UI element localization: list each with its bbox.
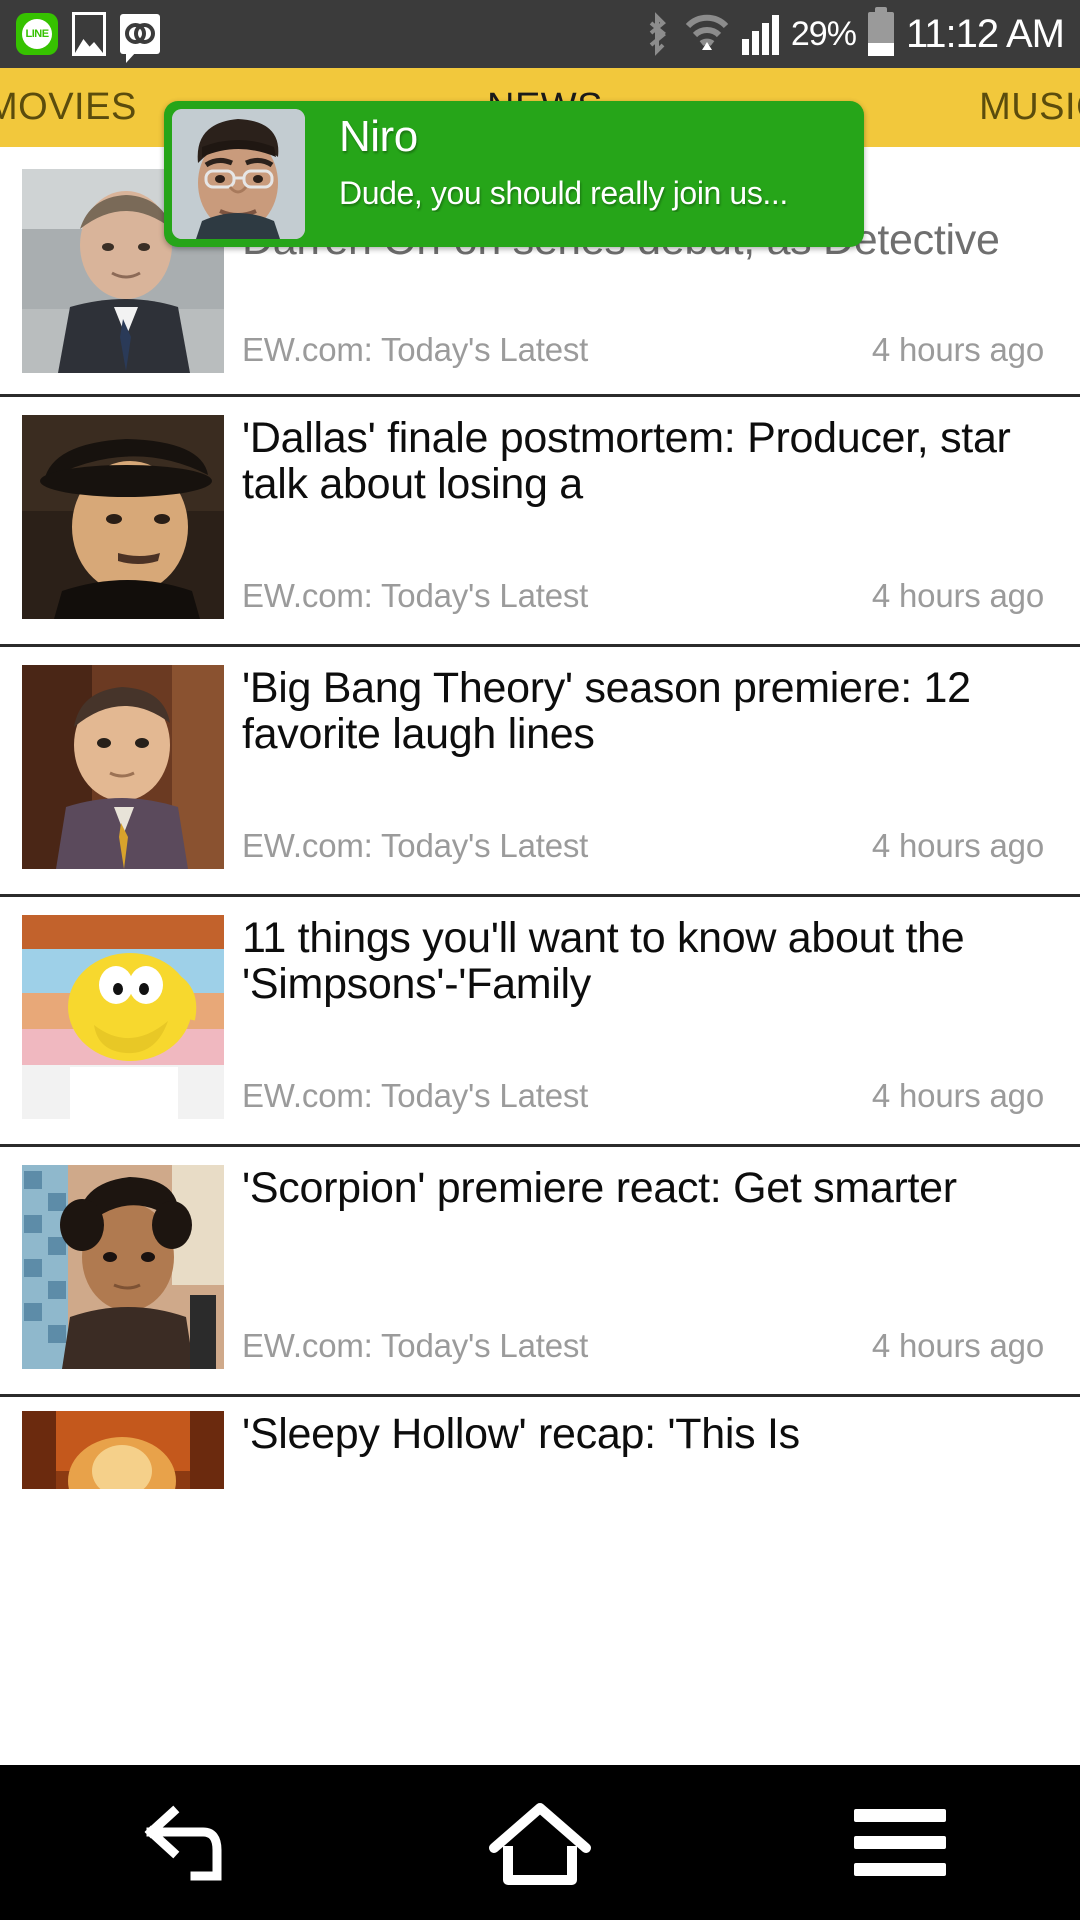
news-timestamp: 4 hours ago xyxy=(871,1077,1044,1114)
news-meta: EW.com: Today's Latest 4 hours ago xyxy=(242,1077,1058,1119)
news-title: 11 things you'll want to know about the … xyxy=(242,915,965,1008)
status-bar-right-icons: 29% 11:12 AM xyxy=(642,7,1065,57)
news-meta: EW.com: Today's Latest 4 hours ago xyxy=(242,577,1058,619)
news-thumbnail xyxy=(22,1411,224,1489)
news-title: 'Big Bang Theory' season premiere: 12 fa… xyxy=(242,665,971,758)
news-title: 'Sleepy Hollow' recap: 'This Is xyxy=(242,1411,800,1458)
news-source: EW.com: Today's Latest xyxy=(242,1077,589,1114)
photo-icon xyxy=(72,12,106,56)
home-icon xyxy=(480,1788,600,1898)
battery-icon xyxy=(867,7,894,56)
news-source: EW.com: Today's Latest xyxy=(242,1327,589,1364)
news-list-item[interactable]: 'Big Bang Theory' season premiere: 12 fa… xyxy=(0,647,1080,897)
clock-label: 11:12 AM xyxy=(905,11,1065,56)
news-title: 'Dallas' finale postmortem: Producer, st… xyxy=(242,415,1011,508)
menu-button[interactable] xyxy=(720,1765,1080,1920)
news-meta: EW.com: Today's Latest 4 hours ago xyxy=(242,827,1058,869)
news-timestamp: 4 hours ago xyxy=(871,1327,1044,1364)
battery-percent-label: 29% xyxy=(790,14,857,53)
wifi-icon xyxy=(684,14,730,54)
news-timestamp: 4 hours ago xyxy=(871,577,1044,614)
news-meta: EW.com: Today's Latest 4 hours ago xyxy=(242,1327,1058,1369)
news-timestamp: 4 hours ago xyxy=(871,331,1044,368)
news-content: 'Sleepy Hollow' recap: 'This Is xyxy=(242,1411,1058,1457)
voicemail-icon xyxy=(120,14,160,63)
news-title: 'Scorpion' premiere react: Get smarter xyxy=(242,1165,957,1212)
system-navigation-bar xyxy=(0,1765,1080,1920)
news-timestamp: 4 hours ago xyxy=(871,827,1044,864)
status-bar-left-icons: LINE xyxy=(16,12,160,63)
news-list[interactable]: think of its 'Pilot'; Darren Orf on seri… xyxy=(0,147,1080,1489)
news-source: EW.com: Today's Latest xyxy=(242,331,589,368)
news-thumbnail xyxy=(22,415,224,619)
news-source: EW.com: Today's Latest xyxy=(242,577,589,614)
back-button[interactable] xyxy=(0,1765,360,1920)
notification-message: Dude, you should really join us... xyxy=(339,175,788,211)
news-content: 11 things you'll want to know about the … xyxy=(242,915,1058,1119)
news-content: 'Dallas' finale postmortem: Producer, st… xyxy=(242,415,1058,619)
news-content: 'Big Bang Theory' season premiere: 12 fa… xyxy=(242,665,1058,869)
news-list-item[interactable]: 11 things you'll want to know about the … xyxy=(0,897,1080,1147)
home-button[interactable] xyxy=(360,1765,720,1920)
back-arrow-icon xyxy=(125,1788,235,1898)
notification-sender: Niro xyxy=(339,112,418,161)
news-thumbnail xyxy=(22,1165,224,1369)
line-notification-popup[interactable]: Niro Dude, you should really join us... xyxy=(164,101,864,247)
news-list-item[interactable]: 'Dallas' finale postmortem: Producer, st… xyxy=(0,397,1080,647)
news-source: EW.com: Today's Latest xyxy=(242,827,589,864)
hamburger-menu-icon xyxy=(854,1809,946,1876)
news-meta: EW.com: Today's Latest 4 hours ago xyxy=(242,331,1058,373)
bluetooth-icon xyxy=(642,12,672,56)
line-app-icon: LINE xyxy=(16,13,58,55)
phone-screen: LINE 29% 11:12 AM MOVIES MUSI Detective … xyxy=(0,0,1080,1920)
news-thumbnail xyxy=(22,915,224,1119)
news-content: 'Scorpion' premiere react: Get smarter E… xyxy=(242,1165,1058,1369)
status-bar: LINE 29% 11:12 AM xyxy=(0,0,1080,68)
news-list-item[interactable]: 'Scorpion' premiere react: Get smarter E… xyxy=(0,1147,1080,1397)
notification-avatar xyxy=(172,109,305,239)
news-thumbnail xyxy=(22,665,224,869)
signal-icon xyxy=(741,13,779,55)
news-list-item[interactable]: 'Sleepy Hollow' recap: 'This Is xyxy=(0,1397,1080,1489)
notification-text: Niro Dude, you should really join us... xyxy=(305,101,864,247)
